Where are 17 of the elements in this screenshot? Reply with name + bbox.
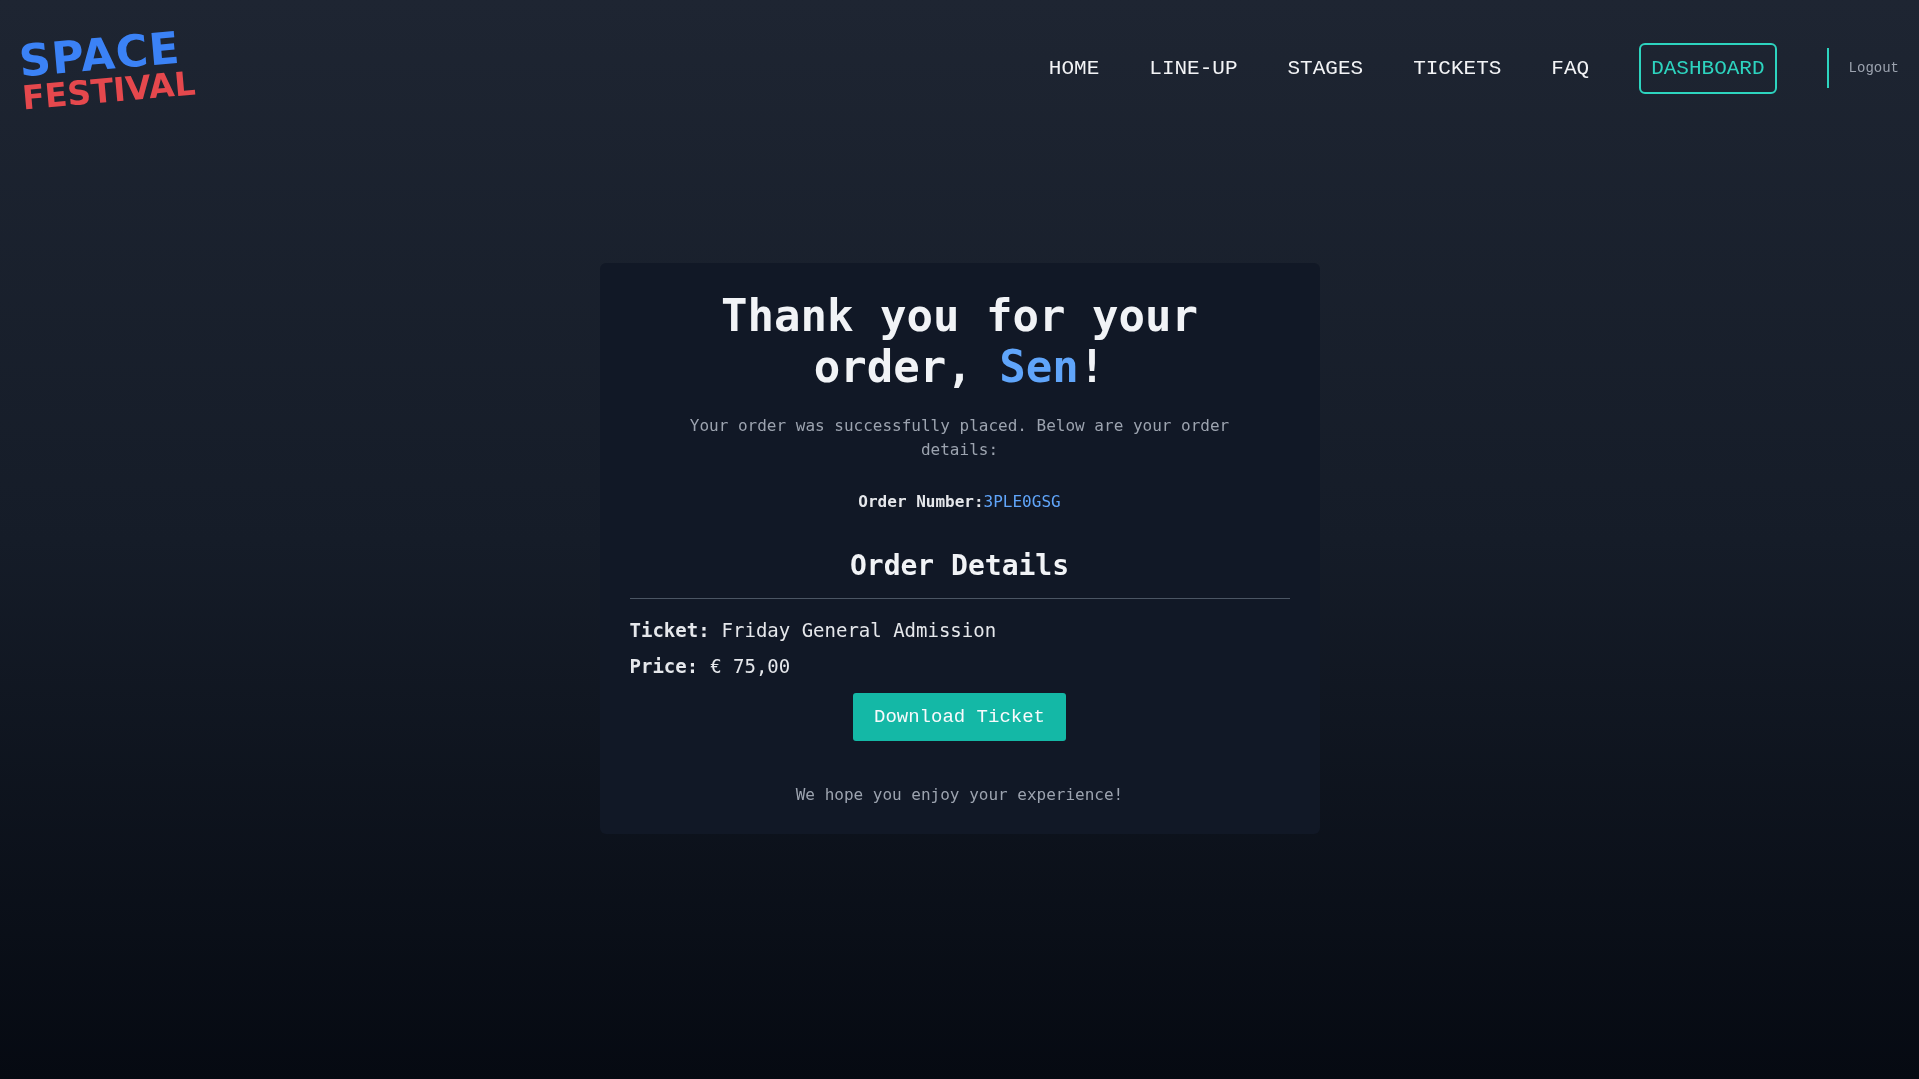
order-number-label: Order Number:: [858, 492, 984, 512]
logout-link[interactable]: Logout: [1848, 60, 1899, 76]
confirmation-message: Your order was successfully placed. Below are your order details:: [688, 415, 1231, 462]
dashboard-button[interactable]: DASHBOARD: [1639, 42, 1777, 94]
detail-value: € 75,00: [710, 655, 791, 678]
detail-label: Ticket:: [629, 619, 710, 642]
section-title: Order Details: [848, 549, 1071, 583]
nav-link[interactable]: HOME: [1048, 56, 1100, 80]
detail-value: Friday General Admission: [721, 619, 997, 642]
nav-link[interactable]: STAGES: [1287, 56, 1364, 80]
order-number: 3PLE0GSG: [983, 492, 1061, 512]
detail-label: Price:: [629, 655, 699, 678]
thank-you-heading: Thank you for your order, Sen!: [720, 291, 1199, 393]
nav-link[interactable]: TICKETS: [1413, 56, 1502, 80]
nav-link[interactable]: LINE-UP: [1149, 56, 1238, 80]
closing-message: We hope you enjoy your experience!: [794, 785, 1125, 805]
nav-link[interactable]: FAQ: [1551, 56, 1590, 80]
